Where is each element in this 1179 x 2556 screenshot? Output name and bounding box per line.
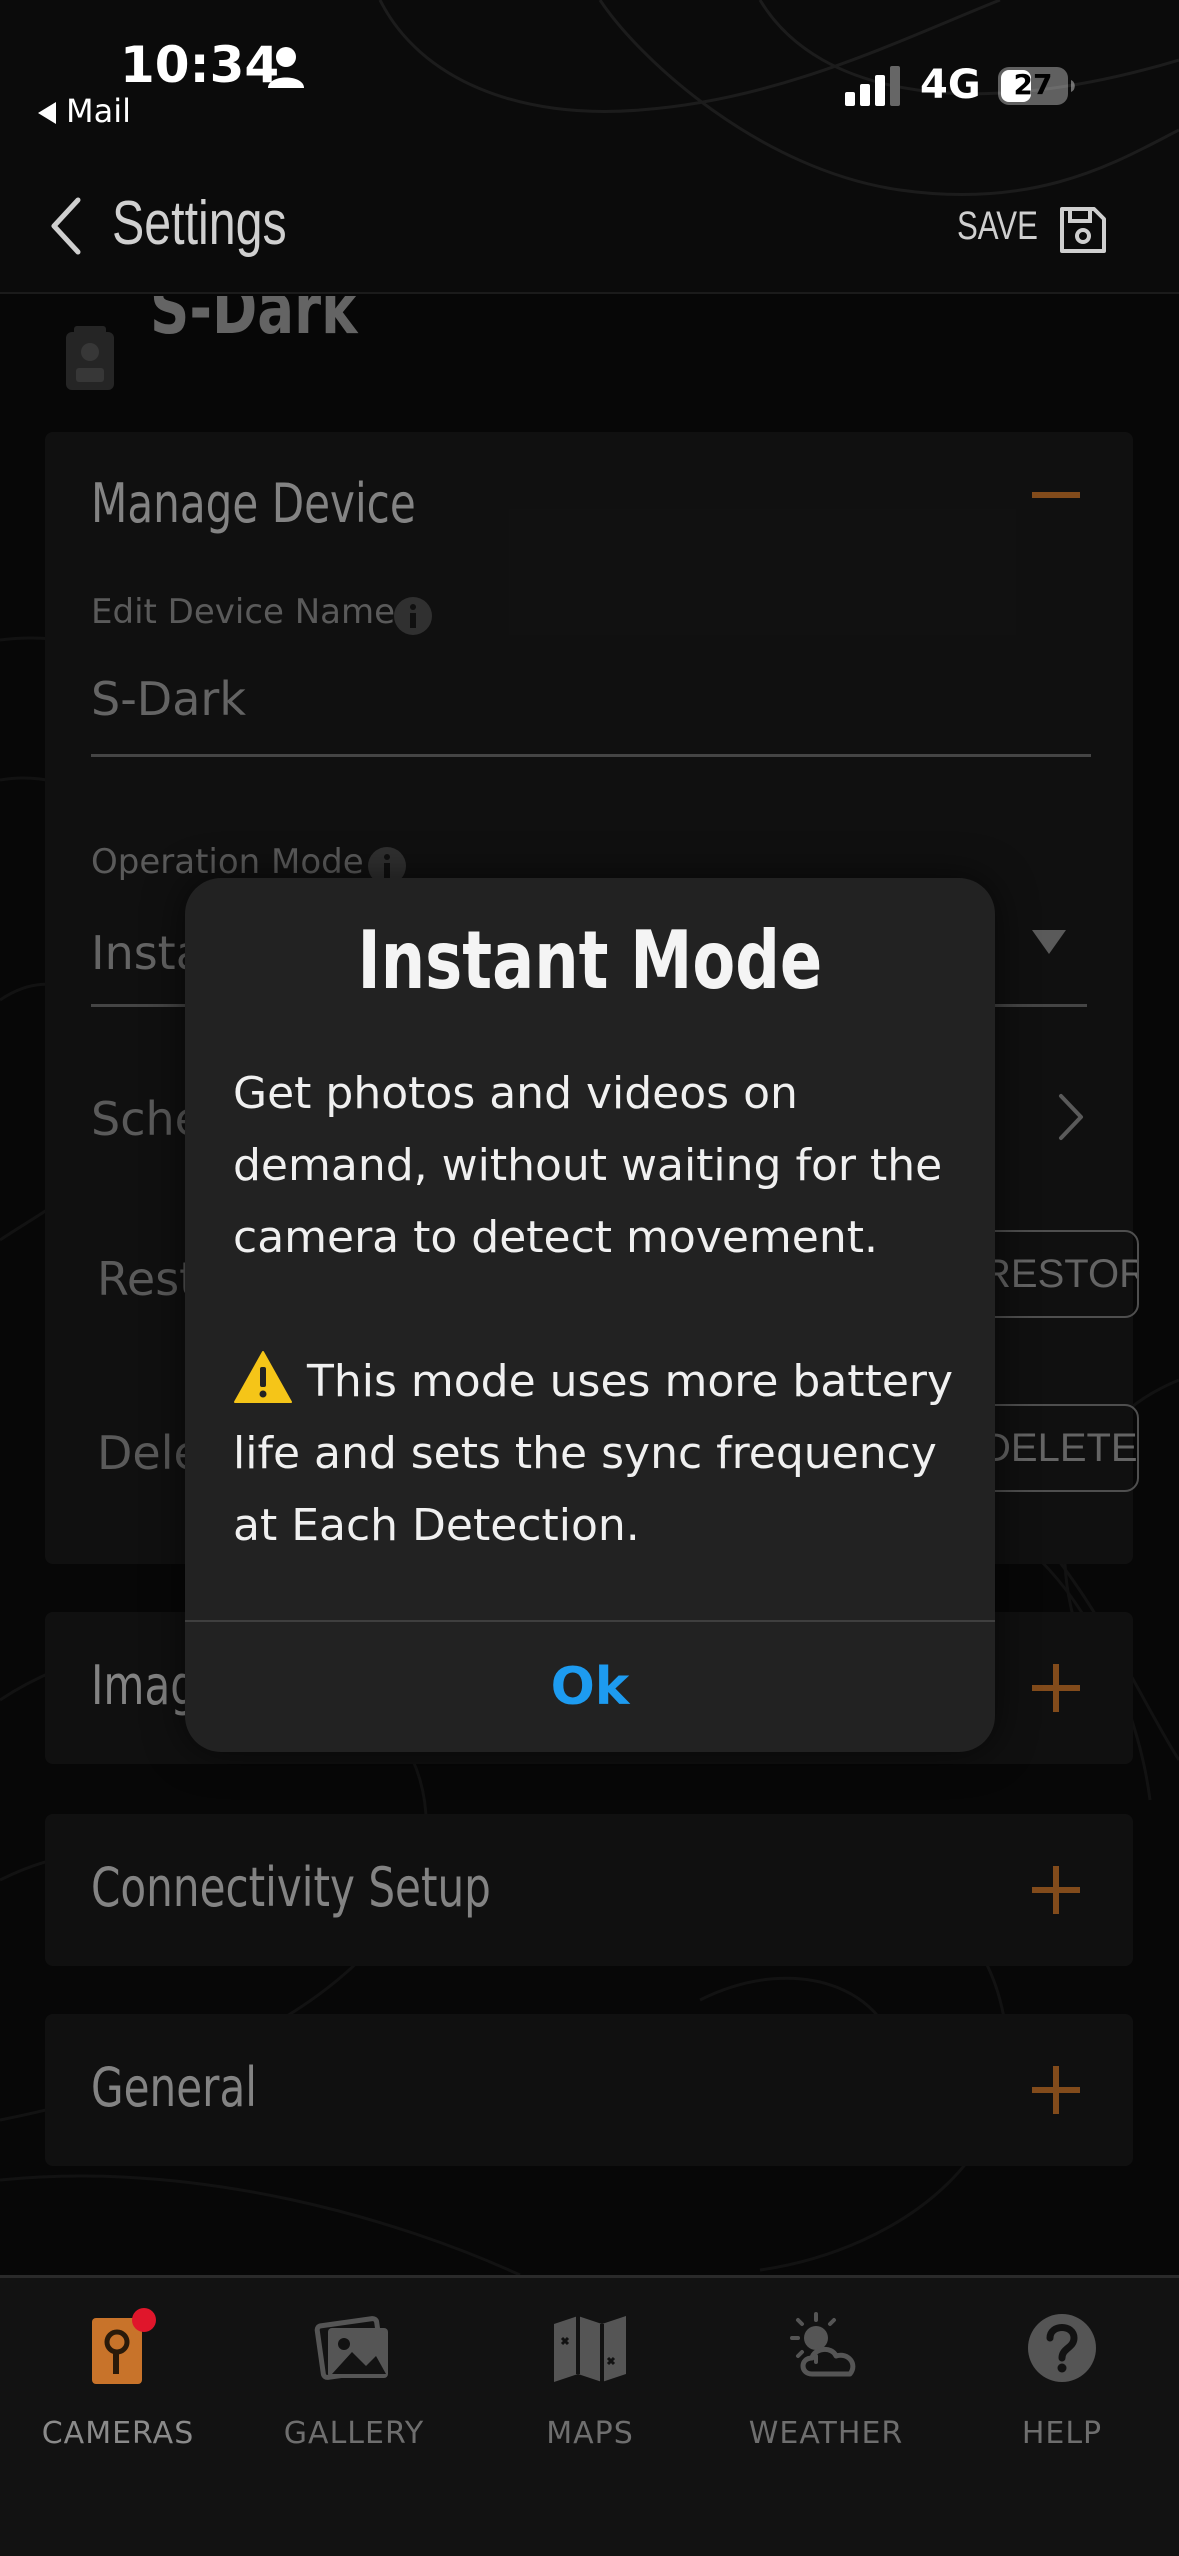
nav-gallery-label: GALLERY — [283, 2416, 425, 2451]
nav-weather[interactable]: WEATHER — [708, 2278, 944, 2556]
camera-icon — [92, 2308, 156, 2384]
ok-button[interactable]: Ok — [185, 1622, 995, 1752]
chevron-left-icon[interactable] — [46, 196, 86, 256]
back-triangle-icon — [38, 102, 56, 124]
nav-help-label: HELP — [1021, 2416, 1103, 2451]
save-button[interactable]: SAVE — [957, 204, 1038, 249]
instant-mode-dialog: Instant Mode Get photos and videos on de… — [185, 878, 995, 1752]
status-time: 10:34 — [120, 36, 280, 94]
nav-maps[interactable]: MAPS — [472, 2278, 708, 2556]
nav-weather-label: WEATHER — [748, 2416, 904, 2451]
battery-level: 27 — [1013, 68, 1053, 101]
nav-help[interactable]: HELP — [944, 2278, 1179, 2556]
warning-icon — [234, 1351, 292, 1403]
dialog-title: Instant Mode — [357, 914, 823, 1007]
person-icon — [268, 47, 304, 88]
nav-cameras-label: CAMERAS — [41, 2416, 195, 2451]
gallery-icon — [314, 2316, 388, 2380]
help-icon — [1028, 2314, 1096, 2382]
nav-gallery[interactable]: GALLERY — [236, 2278, 472, 2556]
weather-icon — [790, 2312, 856, 2377]
battery-indicator: 27 — [997, 66, 1077, 106]
cellular-signal-icon — [845, 66, 900, 106]
save-icon[interactable] — [1058, 205, 1108, 255]
page-title: Settings — [112, 189, 287, 258]
dialog-warning: This mode uses more battery life and set… — [233, 1346, 973, 1562]
nav-maps-label: MAPS — [546, 2416, 634, 2451]
network-type: 4G — [920, 62, 981, 108]
nav-cameras[interactable]: CAMERAS — [0, 2278, 236, 2556]
back-to-mail[interactable]: Mail — [38, 92, 131, 130]
dialog-body: Get photos and videos on demand, without… — [233, 1058, 973, 1562]
dialog-description: Get photos and videos on demand, without… — [233, 1068, 943, 1263]
map-icon — [554, 2316, 626, 2382]
bottom-nav: CAMERAS GALLERY MAPS WEATHER HELP — [0, 2278, 1179, 2556]
